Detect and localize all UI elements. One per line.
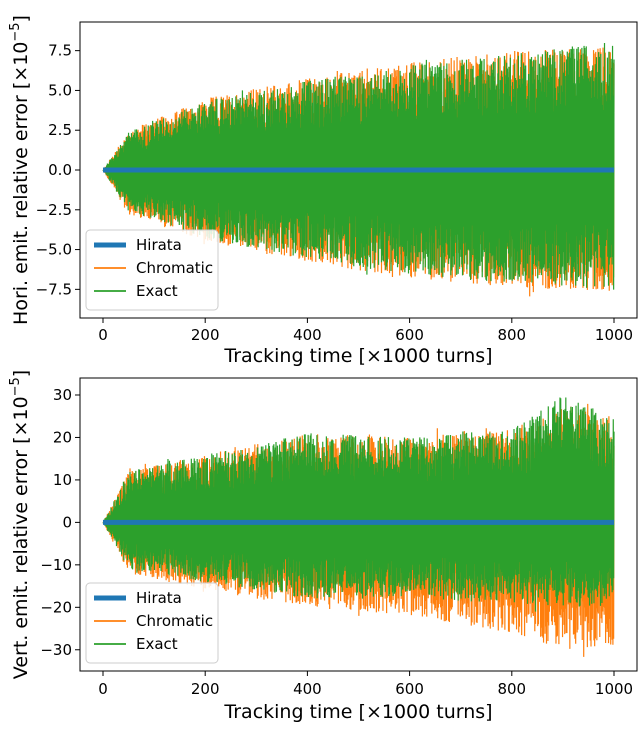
chart-panel-1: 0 200 400 600 800 1000 −7.5 −5.0 −2.5 0.0 2.5 5.0 7.… bbox=[8, 15, 638, 367]
legend-label-exact: Exact bbox=[136, 635, 178, 653]
legend-label-exact: Exact bbox=[136, 282, 178, 300]
y-tick-label: 0.0 bbox=[48, 161, 72, 179]
y-tick-label: −2.5 bbox=[36, 201, 72, 219]
legend-label-chromatic: Chromatic bbox=[136, 612, 213, 630]
x-axis-title: Tracking time [×1000 turns] bbox=[223, 701, 492, 723]
x-tick-label: 800 bbox=[497, 680, 526, 698]
x-tick-label: 1000 bbox=[595, 680, 633, 698]
x-tick-label: 800 bbox=[497, 326, 526, 344]
legend-label-hirata: Hirata bbox=[136, 589, 182, 607]
y-tick-label: 0 bbox=[62, 513, 72, 531]
x-tick-label: 200 bbox=[191, 326, 220, 344]
legend: Hirata Chromatic Exact bbox=[85, 229, 219, 311]
x-tick-label: 600 bbox=[395, 326, 424, 344]
y-tick-label: 7.5 bbox=[48, 42, 72, 60]
x-tick-label: 400 bbox=[293, 326, 322, 344]
y-tick-label: −30 bbox=[40, 641, 72, 659]
y-axis-title-exponent: −5 bbox=[8, 22, 23, 41]
y-axis-title: Vert. emit. relative error [×10−5] bbox=[8, 370, 32, 679]
y-tick-label: 30 bbox=[53, 386, 72, 404]
y-axis-title-exponent: −5 bbox=[8, 377, 23, 396]
y-tick-label: −10 bbox=[40, 556, 72, 574]
x-tick-label: 200 bbox=[191, 680, 220, 698]
y-axis-title-close: ] bbox=[10, 370, 32, 377]
legend-label-hirata: Hirata bbox=[136, 236, 182, 254]
y-tick-label: −5.0 bbox=[36, 241, 72, 259]
y-tick-label: −7.5 bbox=[36, 280, 72, 298]
x-tick-label: 0 bbox=[98, 680, 108, 698]
figure: 0 200 400 600 800 1000−7.5−5.0−2.50.02.55.07.… bbox=[8, 15, 638, 723]
y-tick-label: −20 bbox=[40, 598, 72, 616]
y-axis-title-close: ] bbox=[10, 15, 32, 22]
chart-panel-2: 0 200 400 600 800 1000 −30 −20 −10 0 10 20 30 Trackin… bbox=[8, 370, 638, 723]
legend: Hirata Chromatic Exact bbox=[85, 582, 219, 664]
y-tick-label: 5.0 bbox=[48, 81, 72, 99]
y-tick-label: 20 bbox=[53, 428, 72, 446]
y-tick-label: 10 bbox=[53, 471, 72, 489]
x-tick-label: 400 bbox=[293, 680, 322, 698]
x-axis-title: Tracking time [×1000 turns] bbox=[223, 345, 492, 367]
x-tick-label: 600 bbox=[395, 680, 424, 698]
y-axis-title: Hori. emit. relative error [×10−5] bbox=[8, 15, 32, 325]
y-tick-label: 2.5 bbox=[48, 121, 72, 139]
x-tick-label: 0 bbox=[98, 326, 108, 344]
y-axis-title-main: Vert. emit. relative error [×10 bbox=[10, 396, 32, 679]
legend-label-chromatic: Chromatic bbox=[136, 259, 213, 277]
x-tick-label: 1000 bbox=[595, 326, 633, 344]
y-axis-title-main: Hori. emit. relative error [×10 bbox=[10, 42, 32, 325]
